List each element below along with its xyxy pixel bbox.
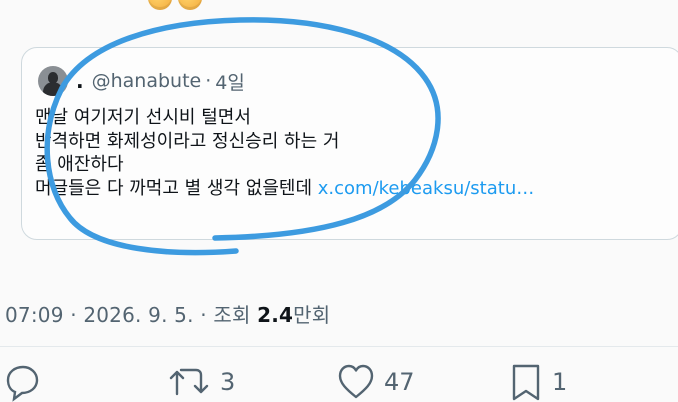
post-timestamp-date[interactable]: 2026. 9. 5. <box>83 303 193 327</box>
tweet-link[interactable]: x.com/kebeaksu/statu… <box>318 178 534 199</box>
heart-icon <box>338 364 374 399</box>
tweet-text: 머글들은 다 까먹고 별 생각 없을텐데 <box>35 177 313 199</box>
divider <box>0 346 678 347</box>
tweet-text-line: 반격하면 화제성이라고 정신승리 하는 거 <box>35 130 340 152</box>
bookmark-button[interactable]: 1 <box>508 362 567 402</box>
action-bar: 3 47 1 <box>0 362 678 402</box>
tweet-text-line: 좀 애잔하다 <box>35 154 124 175</box>
post-meta: 07:09 · 2026. 9. 5. · 조회 2.4만회 <box>5 299 330 328</box>
emoji-icon <box>178 0 202 10</box>
repost-icon <box>169 368 209 396</box>
views-unit: 만회 <box>293 303 331 327</box>
repost-count: 3 <box>220 368 236 396</box>
repost-button[interactable]: 3 <box>168 362 235 402</box>
like-button[interactable]: 47 <box>336 362 415 402</box>
tweet-text-line: 맨날 여기저기 선시비 털면서 <box>35 107 251 128</box>
quoted-tweet-card[interactable]: . @hanabute · 4일 맨날 여기저기 선시비 털면서 반격하면 화제… <box>21 47 678 240</box>
quoted-tweet-text: 맨날 여기저기 선시비 털면서 반격하면 화제성이라고 정신승리 하는 거 좀 … <box>35 106 655 200</box>
reply-button[interactable] <box>2 362 42 402</box>
views-count[interactable]: 2.4 <box>257 303 293 327</box>
avatar[interactable] <box>38 66 68 96</box>
quoted-tweet-header: . @hanabute · 4일 <box>38 66 245 96</box>
views-label: 조회 <box>213 303 251 327</box>
separator-dot: · <box>70 303 77 327</box>
tweet-text-line-with-link: 머글들은 다 까먹고 별 생각 없을텐데 x.com/kebeaksu/stat… <box>35 177 655 201</box>
user-handle[interactable]: @hanabute <box>92 70 202 92</box>
bookmark-icon <box>512 364 540 401</box>
separator-dot: · <box>205 70 212 92</box>
avatar-figure-body <box>43 82 63 96</box>
display-name[interactable]: . <box>76 69 84 93</box>
reply-icon <box>6 365 39 402</box>
emoji-icon <box>148 0 172 10</box>
like-count: 47 <box>384 368 415 396</box>
post-time[interactable]: 4일 <box>215 68 245 95</box>
post-timestamp-time[interactable]: 07:09 <box>5 303 64 327</box>
separator-dot: · <box>200 303 207 327</box>
bookmark-count: 1 <box>552 368 568 396</box>
